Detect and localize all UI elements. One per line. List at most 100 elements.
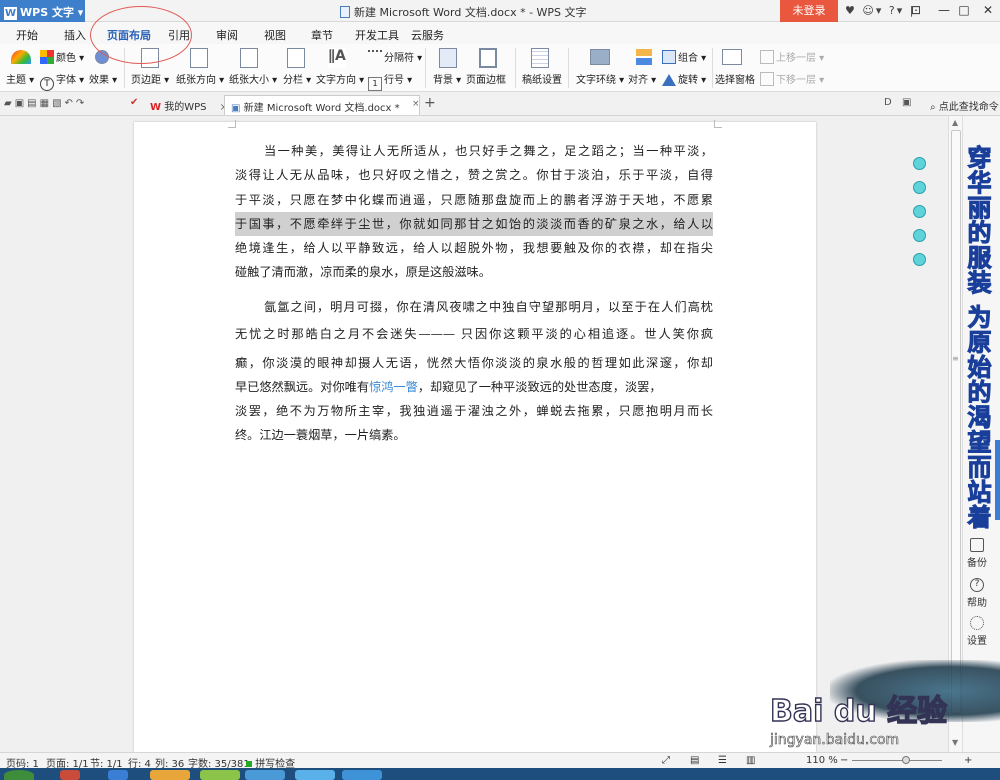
colors-button[interactable]: 颜色 ▾ [40,49,84,64]
taskbar-app-icon[interactable] [295,770,335,780]
scroll-up-icon[interactable]: ▲ [952,118,958,127]
taskbar-app-icon[interactable] [342,770,382,780]
fonts-button[interactable]: T 字体 ▾ [40,71,84,91]
effects-button[interactable]: 效果 ▾ [89,71,117,86]
scroll-thumb[interactable] [951,130,961,714]
selection-pane-icon [722,49,742,65]
group-button[interactable]: 组合 ▾ [662,49,706,64]
margins-button[interactable]: 页边距 ▾ [131,71,169,86]
export-icon[interactable]: ▤ [27,98,39,109]
tab-document[interactable]: ▣ 新建 Microsoft Word 文档.docx * × [224,95,420,115]
background-button[interactable]: 背景 ▾ [433,71,461,86]
selection-pane-button[interactable]: 选择窗格 [715,71,755,86]
tab-home[interactable]: 开始 [16,27,38,43]
close-tab-icon[interactable]: × [412,99,420,109]
redo-icon[interactable]: ↷ [76,98,87,109]
marker-dot[interactable] [913,253,926,266]
taskbar-app-icon[interactable] [108,770,128,780]
outline-view-icon[interactable]: ☰ [718,755,727,766]
collapse-icon[interactable]: D [884,97,892,108]
watermark: Bai du 经验 jingyan.baidu.com [769,660,1000,752]
vertical-scrollbar[interactable]: ▲ ≡ ▼ [948,116,962,752]
watermark-url: jingyan.baidu.com [770,732,900,749]
taskbar-app-icon[interactable] [200,770,240,780]
text-direction-button[interactable]: 文字方向 ▾ [316,71,364,86]
tab-my-wps[interactable]: W 我的WPS × [144,95,234,115]
ribbon-separator [568,48,569,88]
taskbar-app-icon[interactable] [60,770,80,780]
side-banner-text: 穿华丽的服装 为原始的渴望而站着 [963,144,992,530]
help-icon: ? [970,578,984,592]
settings-icon [970,616,984,630]
zoom-slider[interactable] [852,760,942,761]
page-view-icon[interactable]: ▤ [690,755,699,766]
marker-dot[interactable] [913,181,926,194]
margin-corner-tr [714,120,722,128]
breaks-button[interactable]: 分隔符 ▾ [368,49,422,64]
full-screen-icon[interactable]: ⤢ [662,755,670,766]
text-line: 于平淡，只愿在梦中化蝶而逍遥，只愿随那盘旋而上的鹏者浮游于天地，不愿累 [235,192,713,207]
text-wrap-icon [590,49,610,65]
taskbar-app-icon[interactable] [245,770,285,780]
new-tab-icon[interactable]: + [424,95,436,111]
backup-button[interactable]: 备份 [962,538,992,569]
tab-developer[interactable]: 开发工具 [355,27,399,43]
wps-icon: W [150,102,162,113]
save-icon[interactable]: ▣ [15,98,27,109]
text-wrap-button[interactable]: 文字环绕 ▾ [576,71,624,86]
theme-button[interactable]: 主题 ▾ [6,71,34,86]
login-button[interactable]: 未登录 [780,0,838,22]
document-workspace: 当一种美，美得让人无所适从，也只好手之舞之，足之蹈之；当一种平淡， 淡得让人无从… [0,116,948,752]
pin-tab-icon[interactable]: ✔ [130,97,138,108]
columns-button[interactable]: 分栏 ▾ [283,71,311,86]
zoom-out-icon[interactable]: − [840,755,848,766]
page-border-button[interactable]: 页面边框 [466,71,506,86]
web-view-icon[interactable]: ▥ [746,755,755,766]
tab-cloud[interactable]: 云服务 [411,27,444,43]
restore-icon[interactable]: ⊡ [902,0,930,22]
command-search[interactable]: ⌕ 点此查找命令 [930,98,999,113]
zoom-level[interactable]: 110 % [806,755,838,766]
zoom-slider-thumb[interactable] [902,756,910,764]
tab-review[interactable]: 审阅 [216,27,238,43]
close-icon[interactable]: ✕ [974,0,1000,22]
rotate-button[interactable]: 旋转 ▾ [662,71,706,86]
orientation-button[interactable]: 纸张方向 ▾ [176,71,224,86]
zoom-in-icon[interactable]: + [964,755,972,766]
send-backward-button[interactable]: 下移一层 ▾ [760,71,824,86]
help-button[interactable]: ? 帮助 [962,578,992,609]
text-line: 淡罢，绝不为万物所主宰，我独逍遥于濯浊之外，蝉蜕去拖累，只愿抱明月而长 [235,404,713,419]
line-numbers-button[interactable]: 1 行号 ▾ [368,71,412,91]
text-line: 终。江边一蓑烟草，一片缟素。 [235,428,406,443]
print-icon[interactable]: ▦ [40,98,52,109]
marker-dot[interactable] [913,229,926,242]
align-button[interactable]: 对齐 ▾ [628,71,656,86]
open-icon[interactable]: ▰ [4,98,15,109]
draft-settings-button[interactable]: 稿纸设置 [522,71,562,86]
user-icon[interactable]: ☺▾ [862,4,883,17]
marker-dot[interactable] [913,205,926,218]
settings-button[interactable]: 设置 [962,616,992,647]
taskbar-app-icon[interactable] [150,770,190,780]
tab-chapter[interactable]: 章节 [311,27,333,43]
tab-view[interactable]: 视图 [264,27,286,43]
bring-forward-button[interactable]: 上移一层 ▾ [760,49,824,64]
marker-dot[interactable] [913,157,926,170]
paper-size-button[interactable]: 纸张大小 ▾ [229,71,277,86]
undo-icon[interactable]: ↶ [65,98,76,109]
text-line: 绝境逢生，给人以平静致远，给人以超脱外物，我想要触及你的衣襟，却在指尖 [235,241,713,256]
document-page[interactable]: 当一种美，美得让人无所适从，也只好手之舞之，足之蹈之；当一种平淡， 淡得让人无从… [134,120,816,752]
start-button-icon[interactable] [4,770,34,780]
colors-icon [40,50,54,64]
panel-expand-tab[interactable] [995,440,1000,520]
text-line: 氤氲之间，明月可掇，你在清风夜啸之中独自守望那明月，以至于在人们高枕 [264,300,713,314]
text-line: 癫，你淡漠的眼神却摄人无语，恍然大悟你淡淡的泉水般的哲理如此深邃，你却 [235,355,713,370]
tab-insert[interactable]: 插入 [64,27,86,43]
app-menu-button[interactable]: W WPS 文字 ▾ [0,0,85,22]
shirt-icon[interactable]: ♥ [845,4,857,17]
send-backward-icon [760,72,774,86]
hyperlink-text[interactable]: 惊鸿一瞥 [369,380,418,394]
options-icon[interactable]: ▣ [902,97,911,108]
text-line: 无忧之时那皓白之月不会迷失——— 只因你这颗平淡的心相追逐。世人笑你疯 [235,327,713,342]
preview-icon[interactable]: ▧ [52,98,64,109]
